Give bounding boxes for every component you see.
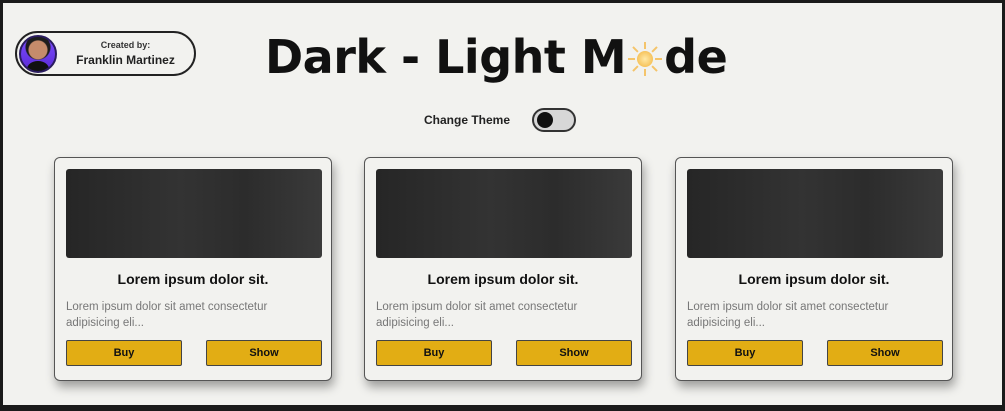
card-image bbox=[376, 169, 632, 258]
theme-switcher: Change Theme bbox=[424, 108, 577, 132]
card-description: Lorem ipsum dolor sit amet consectetur a… bbox=[376, 301, 578, 329]
card-image bbox=[66, 169, 322, 258]
buy-button[interactable]: Buy bbox=[687, 340, 803, 366]
show-button[interactable]: Show bbox=[827, 340, 943, 366]
card-image bbox=[687, 169, 943, 258]
creator-badge: Created by: Franklin Martinez bbox=[15, 31, 196, 76]
created-by-label: Created by: bbox=[100, 40, 151, 50]
buy-button[interactable]: Buy bbox=[66, 340, 182, 366]
card-description: Lorem ipsum dolor sit amet consectetur a… bbox=[687, 301, 889, 329]
card-title: Lorem ipsum dolor sit. bbox=[738, 271, 890, 287]
product-card: Lorem ipsum dolor sit. Lorem ipsum dolor… bbox=[54, 157, 332, 381]
creator-name: Franklin Martinez bbox=[76, 53, 175, 67]
change-theme-label: Change Theme bbox=[424, 113, 511, 127]
product-card: Lorem ipsum dolor sit. Lorem ipsum dolor… bbox=[364, 157, 642, 381]
card-description: Lorem ipsum dolor sit amet consectetur a… bbox=[66, 301, 268, 329]
title-text-end: de bbox=[664, 30, 728, 84]
app-window: Created by: Franklin Martinez Dark - Lig… bbox=[3, 3, 1002, 405]
sun-icon bbox=[628, 42, 663, 76]
title-text-start: Dark - Light M bbox=[265, 30, 627, 84]
show-button[interactable]: Show bbox=[206, 340, 322, 366]
buy-button[interactable]: Buy bbox=[376, 340, 492, 366]
card-title: Lorem ipsum dolor sit. bbox=[117, 271, 269, 287]
product-card: Lorem ipsum dolor sit. Lorem ipsum dolor… bbox=[675, 157, 953, 381]
card-title: Lorem ipsum dolor sit. bbox=[427, 271, 579, 287]
toggle-knob bbox=[537, 112, 554, 128]
theme-toggle[interactable] bbox=[532, 108, 577, 132]
avatar bbox=[19, 34, 57, 73]
show-button[interactable]: Show bbox=[516, 340, 632, 366]
page-title: Dark - Light M de bbox=[265, 25, 728, 89]
creator-info: Created by: Franklin Martinez bbox=[57, 40, 194, 67]
